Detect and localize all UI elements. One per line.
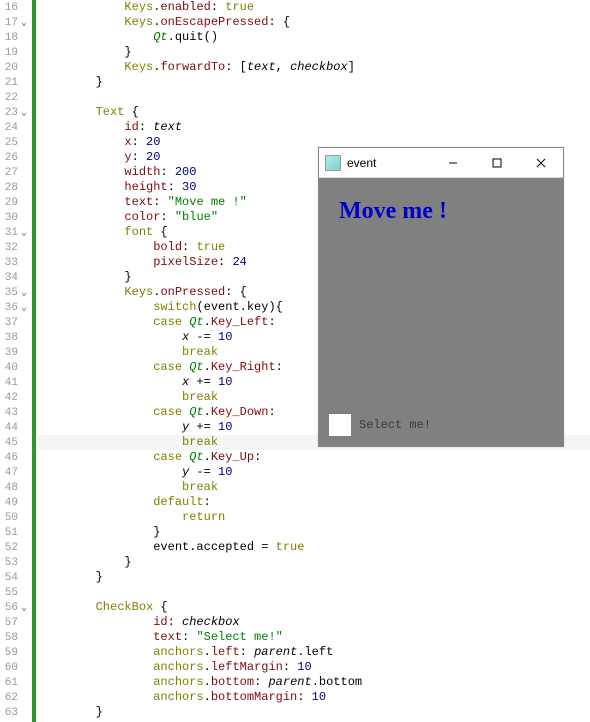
gutter-line[interactable]: 62: [0, 690, 32, 705]
gutter-line[interactable]: 23⌄: [0, 105, 32, 120]
code-line[interactable]: anchors.bottom: parent.bottom: [38, 675, 590, 690]
gutter-line[interactable]: 55: [0, 585, 32, 600]
fold-icon[interactable]: ⌄: [18, 227, 30, 239]
gutter-line[interactable]: 34: [0, 270, 32, 285]
gutter-line[interactable]: 56⌄: [0, 600, 32, 615]
code-line[interactable]: break: [38, 480, 590, 495]
qt-app-window: event Move me ! Select me!: [318, 147, 564, 447]
code-line[interactable]: id: text: [38, 120, 590, 135]
code-line[interactable]: CheckBox {: [38, 600, 590, 615]
gutter-line[interactable]: 53: [0, 555, 32, 570]
gutter-line[interactable]: 54: [0, 570, 32, 585]
code-line[interactable]: }: [38, 555, 590, 570]
fold-icon[interactable]: ⌄: [18, 107, 30, 119]
gutter-line[interactable]: 32: [0, 240, 32, 255]
gutter-line[interactable]: 36⌄: [0, 300, 32, 315]
code-line[interactable]: Keys.enabled: true: [38, 0, 590, 15]
checkbox-label[interactable]: Select me!: [359, 418, 431, 432]
gutter-line[interactable]: 44: [0, 420, 32, 435]
code-line[interactable]: id: checkbox: [38, 615, 590, 630]
app-icon: [325, 155, 341, 171]
gutter-line[interactable]: 21: [0, 75, 32, 90]
close-button[interactable]: [519, 148, 563, 178]
code-line[interactable]: }: [38, 75, 590, 90]
gutter-line[interactable]: 63: [0, 705, 32, 720]
line-number-gutter[interactable]: 1617⌄181920212223⌄2425262728293031⌄32333…: [0, 0, 36, 722]
gutter-line[interactable]: 17⌄: [0, 15, 32, 30]
fold-icon[interactable]: ⌄: [18, 17, 30, 29]
gutter-line[interactable]: 30: [0, 210, 32, 225]
fold-icon[interactable]: ⌄: [18, 602, 30, 614]
gutter-line[interactable]: 33: [0, 255, 32, 270]
gutter-line[interactable]: 38: [0, 330, 32, 345]
gutter-line[interactable]: 19: [0, 45, 32, 60]
gutter-line[interactable]: 31⌄: [0, 225, 32, 240]
gutter-line[interactable]: 59: [0, 645, 32, 660]
code-line[interactable]: }: [38, 525, 590, 540]
titlebar[interactable]: event: [319, 148, 563, 178]
gutter-line[interactable]: 49: [0, 495, 32, 510]
code-line[interactable]: }: [38, 705, 590, 720]
gutter-line[interactable]: 41: [0, 375, 32, 390]
gutter-line[interactable]: 25: [0, 135, 32, 150]
gutter-line[interactable]: 47: [0, 465, 32, 480]
checkbox-box[interactable]: [329, 414, 351, 436]
minimize-button[interactable]: [431, 148, 475, 178]
code-line[interactable]: return: [38, 510, 590, 525]
code-line[interactable]: [38, 585, 590, 600]
app-client-area: Move me ! Select me!: [319, 178, 563, 446]
code-line[interactable]: Text {: [38, 105, 590, 120]
fold-icon[interactable]: ⌄: [18, 302, 30, 314]
code-line[interactable]: anchors.bottomMargin: 10: [38, 690, 590, 705]
move-me-text: Move me !: [339, 198, 539, 225]
checkbox-row: Select me!: [329, 414, 431, 436]
code-line[interactable]: Qt.quit(): [38, 30, 590, 45]
fold-icon[interactable]: ⌄: [18, 287, 30, 299]
code-line[interactable]: anchors.left: parent.left: [38, 645, 590, 660]
gutter-line[interactable]: 45: [0, 435, 32, 450]
gutter-line[interactable]: 43: [0, 405, 32, 420]
code-line[interactable]: [38, 90, 590, 105]
window-title: event: [347, 156, 431, 170]
code-line[interactable]: default:: [38, 495, 590, 510]
gutter-line[interactable]: 18: [0, 30, 32, 45]
gutter-line[interactable]: 24: [0, 120, 32, 135]
gutter-line[interactable]: 27: [0, 165, 32, 180]
gutter-line[interactable]: 16: [0, 0, 32, 15]
gutter-line[interactable]: 37: [0, 315, 32, 330]
gutter-line[interactable]: 61: [0, 675, 32, 690]
code-line[interactable]: case Qt.Key_Up:: [38, 450, 590, 465]
gutter-line[interactable]: 52: [0, 540, 32, 555]
gutter-line[interactable]: 39: [0, 345, 32, 360]
gutter-line[interactable]: 22: [0, 90, 32, 105]
code-line[interactable]: anchors.leftMargin: 10: [38, 660, 590, 675]
code-line[interactable]: event.accepted = true: [38, 540, 590, 555]
gutter-line[interactable]: 29: [0, 195, 32, 210]
code-line[interactable]: text: "Select me!": [38, 630, 590, 645]
code-line[interactable]: }: [38, 570, 590, 585]
gutter-line[interactable]: 46: [0, 450, 32, 465]
gutter-line[interactable]: 58: [0, 630, 32, 645]
gutter-line[interactable]: 20: [0, 60, 32, 75]
gutter-line[interactable]: 40: [0, 360, 32, 375]
code-line[interactable]: Keys.forwardTo: [text, checkbox]: [38, 60, 590, 75]
code-line[interactable]: y -= 10: [38, 465, 590, 480]
gutter-line[interactable]: 60: [0, 660, 32, 675]
gutter-line[interactable]: 26: [0, 150, 32, 165]
gutter-line[interactable]: 57: [0, 615, 32, 630]
gutter-line[interactable]: 28: [0, 180, 32, 195]
gutter-line[interactable]: 42: [0, 390, 32, 405]
maximize-button[interactable]: [475, 148, 519, 178]
gutter-line[interactable]: 51: [0, 525, 32, 540]
code-line[interactable]: Keys.onEscapePressed: {: [38, 15, 590, 30]
code-line[interactable]: }: [38, 45, 590, 60]
gutter-line[interactable]: 35⌄: [0, 285, 32, 300]
gutter-line[interactable]: 48: [0, 480, 32, 495]
gutter-line[interactable]: 50: [0, 510, 32, 525]
